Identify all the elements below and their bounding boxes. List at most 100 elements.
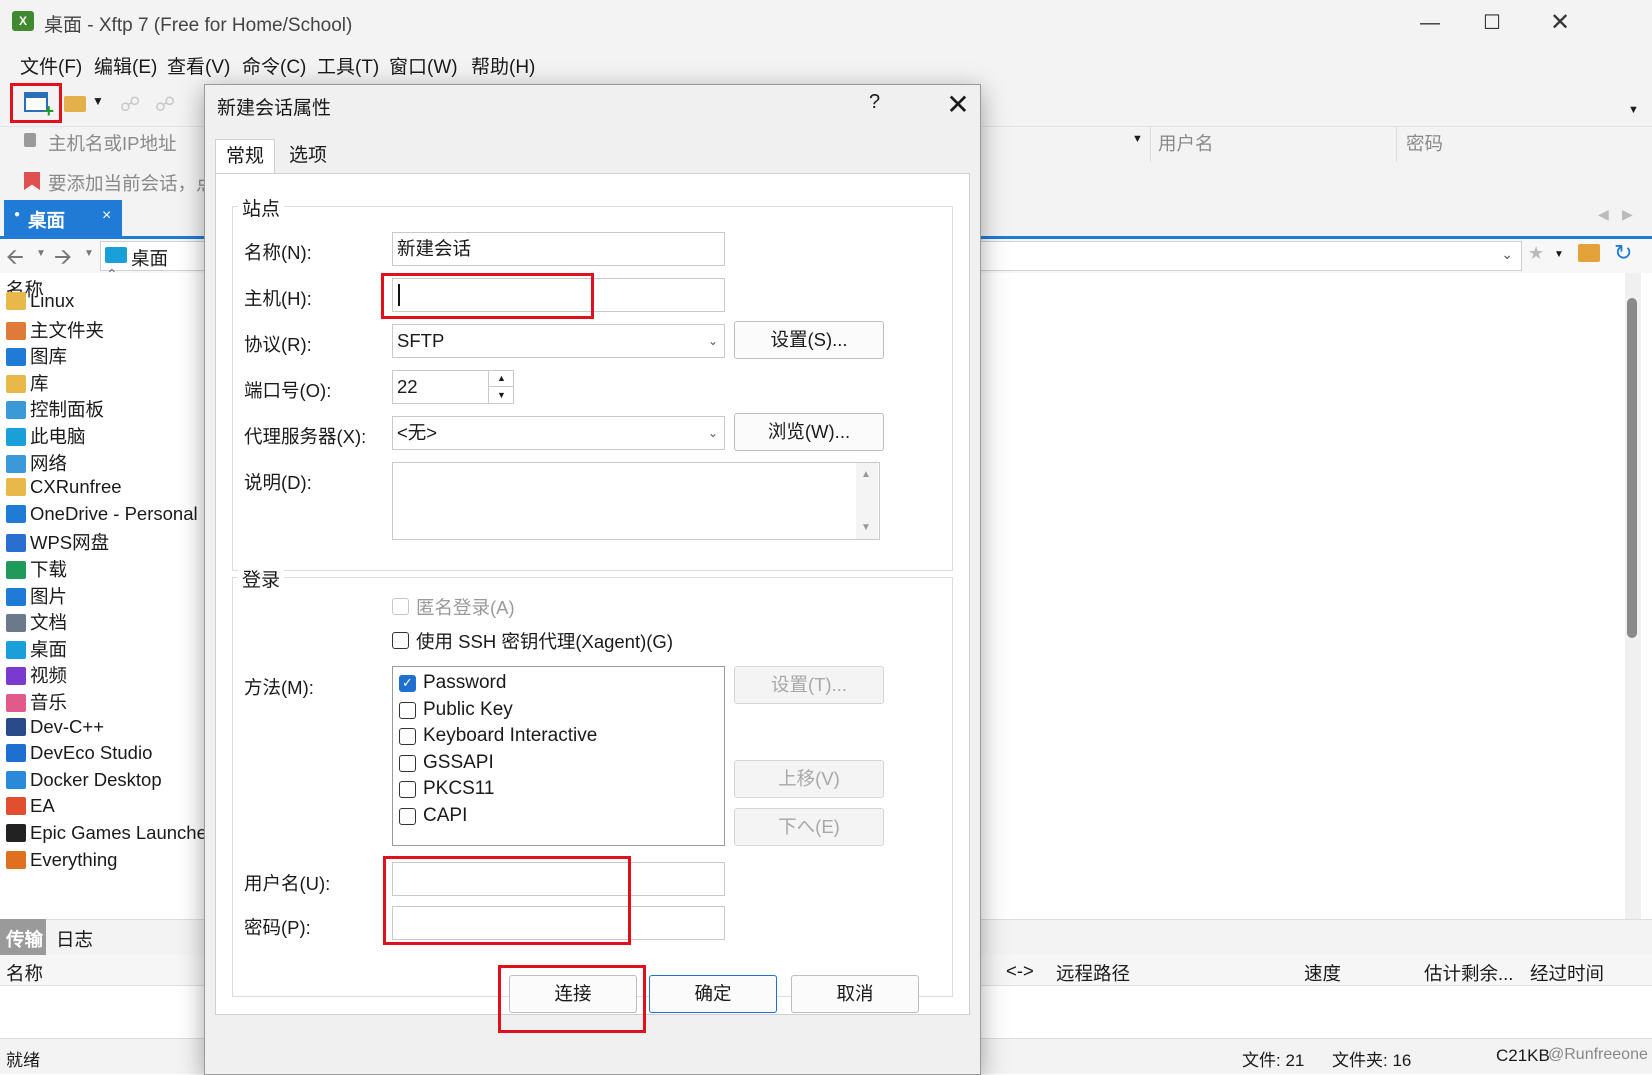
transfer-col-direction[interactable]: <-> — [1006, 960, 1034, 982]
file-list-item[interactable]: 视频 — [6, 662, 67, 690]
file-list-item[interactable]: DevEco Studio — [6, 742, 152, 770]
forward-history-icon[interactable]: ▼ — [84, 248, 94, 259]
proxy-select[interactable]: <无> ⌄ — [392, 416, 725, 450]
chevron-down-icon: ⌄ — [707, 334, 718, 348]
tab-options[interactable]: 选项 — [279, 139, 337, 173]
scroll-down-icon[interactable]: ▼ — [861, 522, 871, 533]
file-list-item[interactable]: 控制面板 — [6, 396, 104, 424]
minimize-icon[interactable]: — — [1400, 6, 1460, 40]
transfer-col-eta[interactable]: 估计剩余... — [1424, 960, 1513, 986]
transfer-col-name[interactable]: 名称 — [6, 960, 43, 986]
file-list-item[interactable]: 网络 — [6, 450, 67, 478]
description-textarea[interactable] — [392, 462, 880, 540]
tab-desktop[interactable]: ● 桌面 × — [4, 200, 122, 236]
method-checkbox[interactable] — [399, 754, 416, 772]
file-list-item[interactable]: 此电脑 — [6, 423, 86, 451]
file-list-item[interactable]: WPS网盘 — [6, 529, 109, 557]
file-list-item[interactable]: CXRunfree — [6, 476, 122, 504]
menu-tools[interactable]: 工具(T) — [317, 52, 379, 79]
tab-scroll-right-icon[interactable]: ▶ — [1622, 206, 1633, 223]
method-checkbox[interactable] — [399, 701, 416, 719]
scroll-up-icon[interactable]: ▲ — [861, 469, 871, 480]
menu-edit[interactable]: 编辑(E) — [94, 52, 157, 79]
port-stepper[interactable]: ▲ ▼ — [488, 371, 514, 403]
refresh-icon[interactable]: ↻ — [1614, 240, 1632, 266]
method-checkbox[interactable] — [399, 728, 416, 745]
method-list[interactable]: ✓ Password Public Key Keyboard Interactive G… — [392, 666, 725, 846]
everything-icon — [6, 850, 26, 869]
disconnect-icon[interactable]: ☍ — [155, 92, 175, 117]
transfer-col-speed[interactable]: 速度 — [1304, 960, 1341, 986]
dialog-close-icon[interactable]: ✕ — [933, 85, 983, 125]
browse-proxy-button[interactable]: 浏览(W)... — [734, 413, 884, 451]
host-quick-input[interactable]: 主机名或IP地址 — [48, 130, 176, 156]
help-icon[interactable]: ? — [869, 91, 880, 114]
menu-window[interactable]: 窗口(W) — [389, 52, 458, 79]
favorite-icon[interactable]: ★ — [1528, 243, 1544, 264]
protocol-select[interactable]: SFTP ⌄ — [392, 324, 725, 358]
file-list-item[interactable]: EA — [6, 795, 55, 823]
maximize-icon[interactable]: ☐ — [1462, 6, 1522, 40]
method-settings-button[interactable]: 设置(T)... — [734, 666, 884, 704]
anonymous-checkbox[interactable] — [392, 598, 409, 615]
back-history-icon[interactable]: ▼ — [36, 248, 46, 259]
move-up-button[interactable]: 上移(V) — [734, 760, 884, 798]
toolbar-overflow-icon[interactable]: ▼ — [1628, 104, 1639, 116]
menu-help[interactable]: 帮助(H) — [471, 52, 535, 79]
file-list-item[interactable]: OneDrive - Personal — [6, 503, 198, 531]
credentials-highlight — [383, 856, 631, 945]
method-checkbox[interactable]: ✓ — [399, 675, 416, 692]
proxy-value: <无> — [397, 422, 438, 443]
open-folder-icon[interactable] — [64, 96, 86, 112]
name-input[interactable]: 新建会话 — [392, 232, 725, 266]
password-quick-input[interactable]: 密码 — [1406, 130, 1443, 156]
stepper-up-icon[interactable]: ▲ — [489, 371, 514, 387]
file-list-item[interactable]: Everything — [6, 849, 117, 877]
stepper-down-icon[interactable]: ▼ — [489, 387, 514, 403]
file-list-item[interactable]: Dev-C++ — [6, 716, 104, 744]
file-list-item[interactable]: Linux — [6, 290, 74, 318]
tab-close-icon[interactable]: × — [102, 207, 111, 225]
file-list-item[interactable]: 图库 — [6, 343, 67, 371]
xagent-label: 使用 SSH 密钥代理(Xagent)(G) — [416, 631, 673, 652]
method-checkbox[interactable] — [399, 781, 416, 798]
file-list-item[interactable]: 下载 — [6, 556, 67, 584]
file-list-item[interactable]: 桌面 — [6, 636, 67, 664]
file-list-item[interactable]: 主文件夹 — [6, 317, 104, 345]
path-dropdown-icon[interactable]: ⌄ — [1501, 246, 1513, 263]
move-down-button[interactable]: 下へ(E) — [734, 808, 884, 846]
host-dropdown-icon[interactable]: ▼ — [1132, 133, 1143, 145]
menu-view[interactable]: 查看(V) — [167, 52, 230, 79]
file-list-item[interactable]: 文档 — [6, 609, 67, 637]
favorite-dropdown-icon[interactable]: ▼ — [1554, 249, 1564, 260]
file-list-item[interactable]: 音乐 — [6, 689, 67, 717]
chevron-down-icon[interactable]: ▼ — [92, 94, 104, 108]
menu-command[interactable]: 命令(C) — [242, 52, 306, 79]
description-scrollbar[interactable]: ▲ ▼ — [856, 463, 878, 539]
xagent-checkbox[interactable] — [392, 632, 409, 649]
file-list-item[interactable]: 图片 — [6, 583, 67, 611]
method-checkbox[interactable] — [399, 807, 416, 825]
close-icon[interactable]: ✕ — [1530, 6, 1590, 40]
tab-log[interactable]: 日志 — [56, 926, 93, 952]
file-list-item[interactable]: Epic Games Launcher — [6, 822, 213, 850]
file-list-item[interactable]: Docker Desktop — [6, 769, 162, 797]
sort-ascending-icon[interactable]: ⌃ — [106, 266, 118, 283]
connect-icon[interactable]: ☍ — [120, 92, 140, 117]
username-quick-input[interactable]: 用户名 — [1158, 130, 1214, 156]
lock-icon — [24, 133, 36, 147]
ok-button[interactable]: 确定 — [649, 975, 777, 1013]
home-icon[interactable] — [1578, 244, 1600, 262]
new-session-icon[interactable]: + — [24, 92, 54, 120]
protocol-settings-button[interactable]: 设置(S)... — [734, 321, 884, 359]
tab-general[interactable]: 常规 — [215, 139, 276, 174]
transfer-col-elapsed[interactable]: 经过时间 — [1530, 960, 1604, 986]
tab-transfer[interactable]: 传输 — [0, 919, 46, 955]
cancel-button[interactable]: 取消 — [791, 975, 919, 1013]
file-list-item[interactable]: 库 — [6, 370, 49, 398]
menu-file[interactable]: 文件(F) — [20, 52, 82, 79]
transfer-col-remote-path[interactable]: 远程路径 — [1056, 960, 1130, 986]
file-name: CXRunfree — [30, 476, 122, 498]
tab-scroll-left-icon[interactable]: ◀ — [1598, 206, 1609, 223]
scrollbar-thumb[interactable] — [1627, 298, 1637, 638]
